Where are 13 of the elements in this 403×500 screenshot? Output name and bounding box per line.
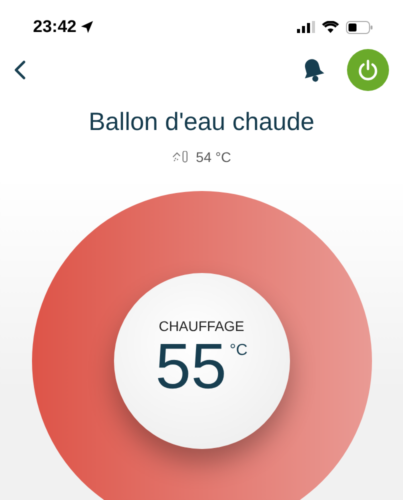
mode-label: CHAUFFAGE [158,318,244,334]
unit-label: °C [230,342,248,360]
power-icon [357,59,379,81]
battery-icon [346,20,373,34]
setpoint-value: 55 [155,334,227,398]
clock-time: 23:42 [33,17,76,37]
current-temperature: 54 °C [196,149,232,165]
wifi-icon [322,21,339,33]
chevron-left-icon [14,60,26,80]
power-button[interactable] [347,49,389,91]
signal-icon [297,21,315,33]
location-arrow-icon [80,20,94,34]
device-title: Ballon d'eau chaude [88,108,316,137]
